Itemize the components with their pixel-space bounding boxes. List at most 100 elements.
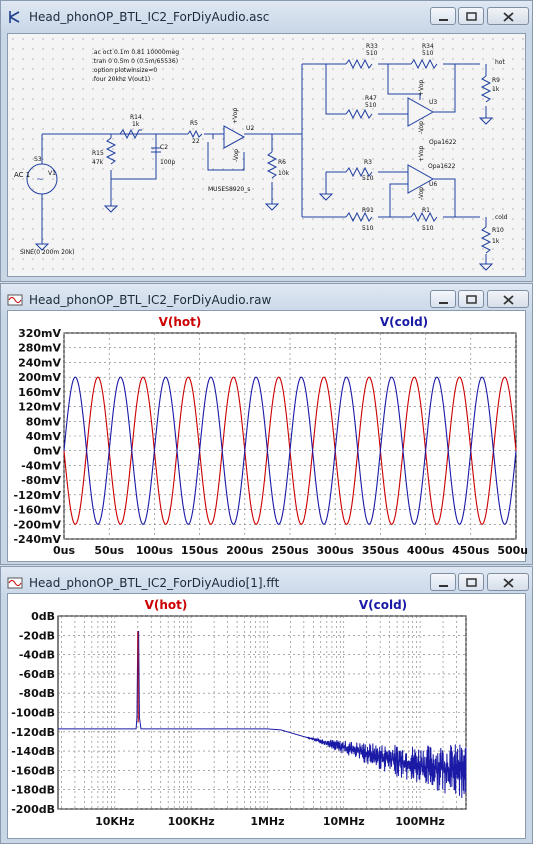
fft-chart: 0dB -20dB -40dB -60dB -80dB -100dB -120dB -140d…: [11, 598, 467, 828]
label-v1: V1: [48, 170, 56, 177]
maximize-button[interactable]: [458, 573, 484, 591]
legend-vcold: V(cold): [380, 315, 428, 329]
minimize-button[interactable]: [430, 290, 456, 308]
y-tick-label: 160mV: [18, 386, 61, 399]
fft-plot-area[interactable]: 0dB -20dB -40dB -60dB -80dB -100dB -120dB -140d…: [7, 593, 526, 839]
value-r3: 510: [362, 175, 374, 182]
y-tick-label: 80mV: [26, 415, 62, 428]
y-tick-label: -180dB: [11, 784, 55, 797]
y-tick-label: 120mV: [18, 401, 61, 414]
label-r33: R33: [366, 43, 378, 50]
label-r14: R14: [130, 114, 142, 121]
y-tick-label: -200mV: [13, 518, 61, 531]
value-r91: 510: [362, 225, 374, 232]
u6-vop-neg: -Vop: [418, 187, 425, 200]
transient-chart: 320mV 280mV240mV 200mV 160mV 120mV80mV 40mV 0m…: [13, 315, 527, 557]
net-hot: hot: [495, 59, 505, 66]
maximize-button[interactable]: [458, 290, 484, 308]
value-r33: 510: [366, 50, 378, 57]
u6-vop-pos: +Vop: [418, 146, 425, 162]
label-u3: U3: [429, 99, 437, 106]
waveform-icon: [7, 294, 23, 306]
close-button[interactable]: [487, 7, 529, 25]
schematic-window: Head_phonOP_BTL_IC2_ForDiyAudio.asc .ac …: [0, 0, 533, 282]
x-tick-label: 1MHz: [250, 815, 284, 828]
value-r14: 1k: [132, 121, 140, 128]
raw-plot-window: Head_phonOP_BTL_IC2_ForDiyAudio.raw 320m…: [0, 283, 533, 565]
directive-four: .four 20khz V(out1): [92, 76, 150, 83]
value-r10: 1k: [492, 238, 500, 245]
label-u6: U6: [429, 181, 437, 188]
x-tick-label: 200us: [226, 544, 264, 557]
x-tick-label: 350us: [362, 544, 400, 557]
label-s3: S3: [34, 156, 42, 163]
value-r47: 510: [365, 102, 377, 109]
svg-text:~: ~: [36, 175, 44, 185]
y-tick-label: 200mV: [18, 371, 61, 384]
x-tick-label: 10MHz: [323, 815, 365, 828]
y-tick-label: -40mV: [21, 459, 61, 472]
label-r6: R6: [278, 159, 286, 166]
raw-title: Head_phonOP_BTL_IC2_ForDiyAudio.raw: [29, 293, 272, 307]
x-tick-label: 400us: [407, 544, 445, 557]
legend-vhot: V(hot): [145, 598, 188, 612]
waveform-icon: [7, 577, 23, 589]
label-opa-u6: Opa1622: [428, 163, 456, 170]
x-tick-label: 0us: [53, 544, 75, 557]
y-tick-label: -160mV: [13, 504, 61, 517]
y-tick-label: -140dB: [11, 745, 55, 758]
y-tick-label: -80mV: [21, 474, 61, 487]
legend-vhot: V(hot): [159, 315, 202, 329]
label-r10: R10: [492, 227, 504, 234]
x-tick-label: 450us: [452, 544, 490, 557]
y-tick-label: -20dB: [19, 629, 55, 642]
value-r15: 47k: [92, 159, 104, 166]
value-r34: 510: [422, 50, 434, 57]
label-r47: R47: [365, 95, 377, 102]
y-tick-label: 40mV: [26, 430, 62, 443]
value-r1: 510: [422, 225, 434, 232]
u2-vop-pos: +Vop: [232, 108, 239, 124]
x-tick-label: 100KHz: [168, 815, 215, 828]
u2-vop-neg: -Vop: [233, 149, 240, 162]
close-button[interactable]: [487, 290, 529, 308]
x-tick-label: 150us: [181, 544, 219, 557]
label-r34: R34: [422, 43, 434, 50]
minimize-button[interactable]: [430, 573, 456, 591]
legend-vcold: V(cold): [359, 598, 407, 612]
label-r3: R3: [364, 159, 372, 166]
value-r6: 10k: [278, 170, 290, 177]
x-tick-label: 300us: [317, 544, 355, 557]
net-cold: cold: [495, 214, 508, 221]
y-tick-label: -40dB: [19, 649, 55, 662]
y-tick-label: -120mV: [13, 489, 61, 502]
label-muses: MUSES8920_s: [208, 186, 250, 193]
x-tick-label: 500us: [497, 544, 527, 557]
label-u2: U2: [246, 125, 254, 132]
x-tick-label: 50us: [94, 544, 124, 557]
maximize-button[interactable]: [458, 7, 484, 25]
schematic-title: Head_phonOP_BTL_IC2_ForDiyAudio.asc: [29, 10, 270, 24]
u3-vop-pos: +Vop: [418, 80, 425, 96]
minimize-button[interactable]: [430, 7, 456, 25]
label-c2: C2: [160, 144, 168, 151]
label-r91: R91: [362, 207, 374, 214]
label-sine: SINE(0 200m 20k): [20, 249, 75, 256]
label-ac: AC 1: [14, 171, 30, 179]
schematic-drawing: .ac oct 0.1m 0.81 10000meg .tran 0 0.5m …: [14, 43, 508, 271]
value-r9: 1k: [492, 86, 500, 93]
x-tick-label: 250us: [271, 544, 309, 557]
value-c2: 100p: [160, 159, 175, 166]
label-r15: R15: [92, 150, 104, 157]
schematic-titlebar[interactable]: Head_phonOP_BTL_IC2_ForDiyAudio.asc: [1, 1, 532, 33]
label-r1: R1: [422, 207, 430, 214]
y-tick-label: -80dB: [19, 687, 55, 700]
y-tick-label: 240mV: [18, 356, 61, 369]
label-r5: R5: [190, 120, 198, 127]
schematic-canvas[interactable]: .ac oct 0.1m 0.81 10000meg .tran 0 0.5m …: [7, 33, 526, 277]
y-tick-label: -160dB: [11, 764, 55, 777]
raw-plot-area[interactable]: 320mV 280mV 240mV 200mV 160mV 120mV 80mV 40mV 0m…: [7, 310, 527, 562]
close-button[interactable]: [487, 573, 529, 591]
y-tick-label: -200dB: [11, 803, 55, 816]
value-r5: 22: [192, 138, 200, 145]
